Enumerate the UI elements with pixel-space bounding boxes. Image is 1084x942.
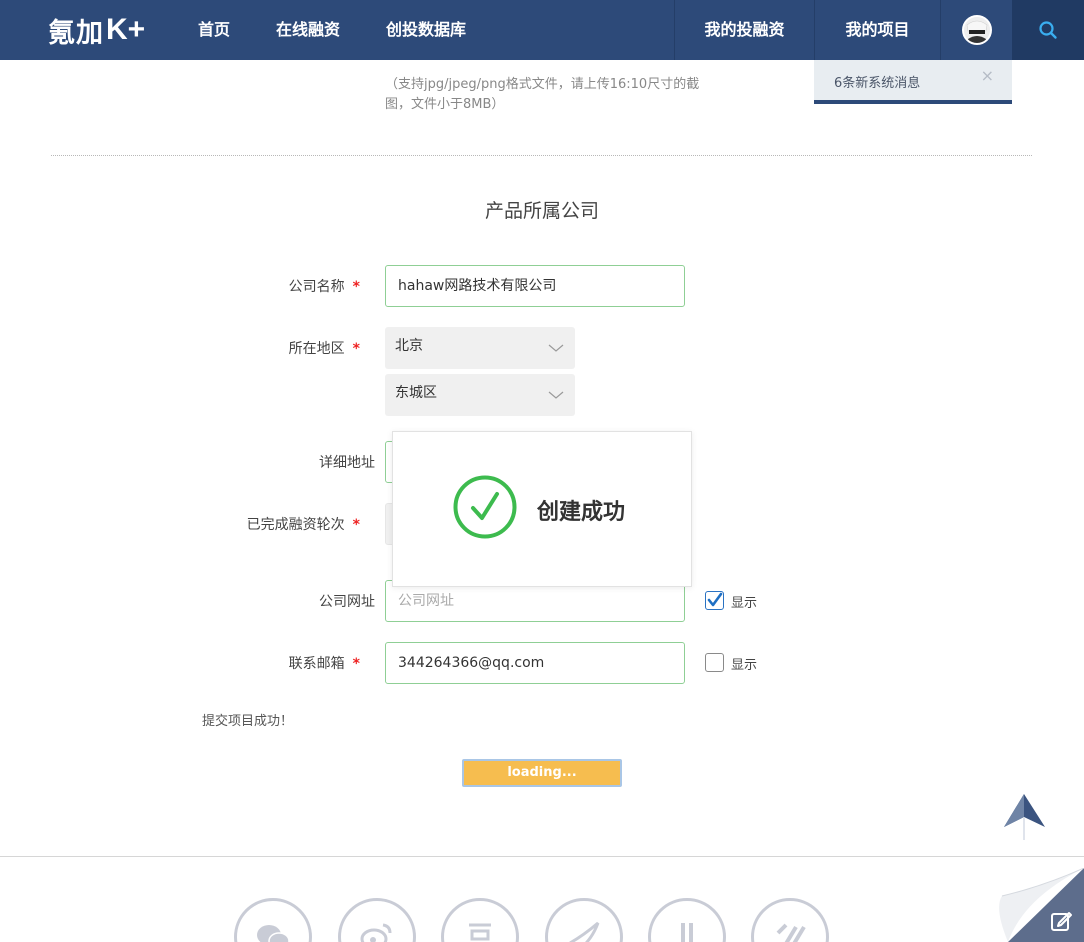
submit-status-message: 提交项目成功！ [202,714,294,729]
required-mark: * [352,517,360,533]
region-label: 所在地区 * [288,341,360,357]
email-input[interactable]: 344264366@qq.com [385,642,685,684]
address-label: 详细地址 [319,455,375,471]
section-divider [51,155,1032,156]
required-mark: * [352,279,360,295]
email-show-label: 显示 [731,658,758,673]
site-logo[interactable]: 氪加 K+ [48,10,145,50]
back-to-top-icon[interactable] [1001,790,1047,842]
website-show-checkbox[interactable] [705,591,724,610]
submit-loading-button[interactable]: loading... [462,759,622,787]
nav-my-projects[interactable]: 我的项目 [814,0,940,60]
upload-hint: （支持jpg/jpeg/png格式文件，请上传16:10尺寸的截图，文件小于8M… [385,77,700,112]
website-show-label: 显示 [731,596,758,611]
section-title: 产品所属公司 [484,200,599,222]
chevron-down-icon [548,344,564,352]
weibo-icon [360,923,392,942]
success-toast: 创建成功 [392,431,692,587]
nav-vc-database[interactable]: 创投数据库 [386,0,466,60]
system-message-text[interactable]: 6条新系统消息 [834,72,920,91]
district-select[interactable]: 东城区 [385,374,575,416]
company-name-input[interactable]: hahaw网路技术有限公司 [385,265,685,307]
edit-icon[interactable] [1050,909,1074,933]
swoosh-icon [569,921,600,942]
funding-rounds-label: 已完成融资轮次 * [246,517,360,533]
province-select[interactable]: 北京 [385,327,575,369]
footer [0,857,1084,942]
user-avatar-menu[interactable] [940,0,1012,60]
search-icon [1039,21,1057,39]
nav-online-financing[interactable]: 在线融资 [276,0,340,60]
toast-message: 创建成功 [537,500,626,525]
checkmark-icon [707,592,723,607]
required-mark: * [352,656,360,672]
avatar [961,15,992,45]
nav-home[interactable]: 首页 [198,0,230,60]
website-label: 公司网址 [319,594,375,610]
system-message-dropdown[interactable]: 6条新系统消息 × [814,60,1012,104]
search-button[interactable] [1012,0,1084,60]
required-mark: * [352,341,360,357]
douban-icon [469,923,491,941]
nav-my-investments[interactable]: 我的投融资 [674,0,814,60]
success-check-icon [453,475,517,539]
district-value: 东城区 [395,385,437,401]
email-label: 联系邮箱 * [288,656,360,672]
province-value: 北京 [395,338,423,354]
wechat-icon [257,925,290,942]
logo-mark: K+ [106,13,146,46]
top-navigation-bar: 氪加 K+ 首页 在线融资 创投数据库 我的投融资 我的项目 [0,0,1084,60]
chevron-down-icon [548,391,564,399]
company-name-label: 公司名称 * [288,279,360,295]
pillar-icon [681,923,693,942]
zhihu-icon [776,923,806,942]
logo-text: 氪加 [48,17,104,49]
close-icon[interactable]: × [981,66,994,85]
email-show-checkbox[interactable] [705,653,724,672]
